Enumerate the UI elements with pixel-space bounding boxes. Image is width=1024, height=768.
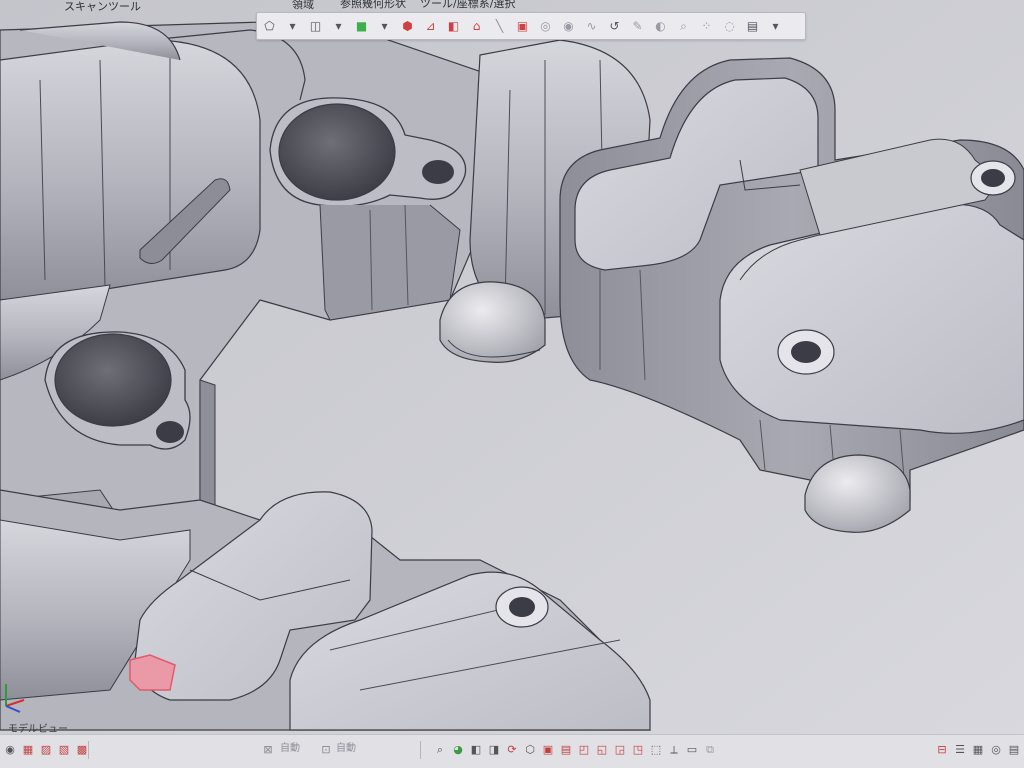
large-bore-hole-upper [278,103,396,201]
color-view-icon[interactable]: ◕ [450,741,466,757]
dots-tool-icon[interactable]: ⁘ [698,17,715,34]
iso-view-icon[interactable]: ⬡ [522,741,538,757]
color-map-icon[interactable]: ■ [353,17,370,34]
section-view-icon[interactable]: ▣ [540,741,556,757]
axis-triad-icon [5,684,25,713]
plane-view-icon[interactable]: ⊿ [422,17,439,34]
mount-boss-center [439,281,546,363]
side-view-icon[interactable]: ◱ [594,741,610,757]
rotate-view-icon[interactable]: ⟳ [504,741,520,757]
fit-view-icon[interactable]: ◳ [630,741,646,757]
status-bar: ⊠ 自動 ⊡ 自動 ◉ ▦ ▨ ▧ ▩ ⌕ ◕ ◧ ◨ ⟳ ⬡ ▣ ▤ ◰ ◱ ◲ ◳ ⬚ ⟂ ▭ ⧉ ⊟ ☰ ▦ ◎ ▤ [0,734,1024,768]
display-settings-icon[interactable]: ▤ [1006,741,1022,757]
cad-application-window: スキャンツール 領域 参照幾何形状 ツール/座標系/選択 ⬠ ▾ ◫ ▾ ■ ▾ ⬢ ⊿ ◧ ⌂ ╲… [0,0,1024,768]
normal-view-icon[interactable]: ⬚ [648,741,664,757]
auto-mode-dropdown-1[interactable]: 自動 [280,741,300,757]
top-view-icon[interactable]: ◰ [576,741,592,757]
select-all-icon[interactable]: ▩ [74,741,90,757]
select-mode-icon[interactable]: ▦ [20,741,36,757]
snap-icon[interactable]: ⊟ [934,741,950,757]
cube-view-icon[interactable]: ⬢ [399,17,416,34]
pin-hole-right-top [981,169,1005,187]
lasso-select-icon[interactable]: ↺ [606,17,623,34]
cylinder-block-left [0,39,261,301]
box-tool-icon[interactable]: ◫ [307,17,324,34]
ribbon-group-tools: ツール/座標系/選択 [420,0,516,10]
pin-hole-right-mid [791,341,821,363]
brush-select-icon[interactable]: ✎ [629,17,646,34]
ribbon-bar: スキャンツール 領域 参照幾何形状 ツール/座標系/選択 ⬠ ▾ ◫ ▾ ■ ▾ ⬢ ⊿ ◧ ⌂ ╲… [0,0,1024,40]
pin-hole-upper [422,160,454,184]
settings-tool-icon[interactable]: ▤ [744,17,761,34]
curve-tool-icon[interactable]: ∿ [583,17,600,34]
camera-icon[interactable]: ◎ [988,741,1004,757]
target-tool-icon[interactable]: ◉ [560,17,577,34]
copy-view-icon[interactable]: ⧉ [702,741,718,757]
front-view-icon[interactable]: ◧ [468,741,484,757]
zoom-view-icon[interactable]: ⌕ [432,741,448,757]
pin-hole-lower [156,421,184,443]
model-scene[interactable] [0,0,1024,768]
eye-view-icon[interactable]: ◌ [721,17,738,34]
dropdown-caret-icon[interactable]: ▾ [767,17,784,34]
model-view-label: モデルビュー [8,724,68,735]
section-icon[interactable]: ⌂ [468,17,485,34]
ribbon-group-area: 領域 [292,0,314,11]
select-box-icon[interactable]: ▣ [514,17,531,34]
dropdown-caret-icon[interactable]: ▾ [330,17,347,34]
3d-model-viewport[interactable] [0,0,1024,768]
auto-mode-icon[interactable]: ⊠ [260,741,276,757]
shape-tool-icon[interactable]: ⬠ [261,17,278,34]
pin-hole-lower-right [509,597,535,617]
measure-icon[interactable]: ⟂ [666,741,682,757]
dropdown-caret-icon[interactable]: ▾ [284,17,301,34]
split-view-icon[interactable]: ◧ [445,17,462,34]
select-body-icon[interactable]: ▧ [56,741,72,757]
magnify-select-icon[interactable]: ⌕ [675,17,692,34]
eye-icon[interactable]: ◉ [2,741,18,757]
mount-boss-right [804,454,911,533]
bottom-view-icon[interactable]: ◲ [612,741,628,757]
select-face-icon[interactable]: ▨ [38,741,54,757]
point-tool-icon[interactable]: ◎ [537,17,554,34]
tab-scan-tools[interactable]: スキャンツール [64,0,141,14]
large-bore-hole-lower [54,333,172,427]
transparency-icon[interactable]: ▭ [684,741,700,757]
auto-mode-icon[interactable]: ⊡ [318,741,334,757]
ribbon-group-reference-geometry: 参照幾何形状 [340,0,406,10]
line-tool-icon[interactable]: ╲ [491,17,508,34]
box-view-icon[interactable]: ▤ [558,741,574,757]
selection-toolbar: ⬠ ▾ ◫ ▾ ■ ▾ ⬢ ⊿ ◧ ⌂ ╲ ▣ ◎ ◉ ∿ ↺ ✎ ◐ ⌕ ⁘ ◌ ▤ ▾ [256,12,806,40]
layer-icon[interactable]: ☰ [952,741,968,757]
back-view-icon[interactable]: ◨ [486,741,502,757]
auto-mode-dropdown-2[interactable]: 自動 [336,741,356,757]
sphere-select-icon[interactable]: ◐ [652,17,669,34]
dropdown-caret-icon[interactable]: ▾ [376,17,393,34]
grid-icon[interactable]: ▦ [970,741,986,757]
